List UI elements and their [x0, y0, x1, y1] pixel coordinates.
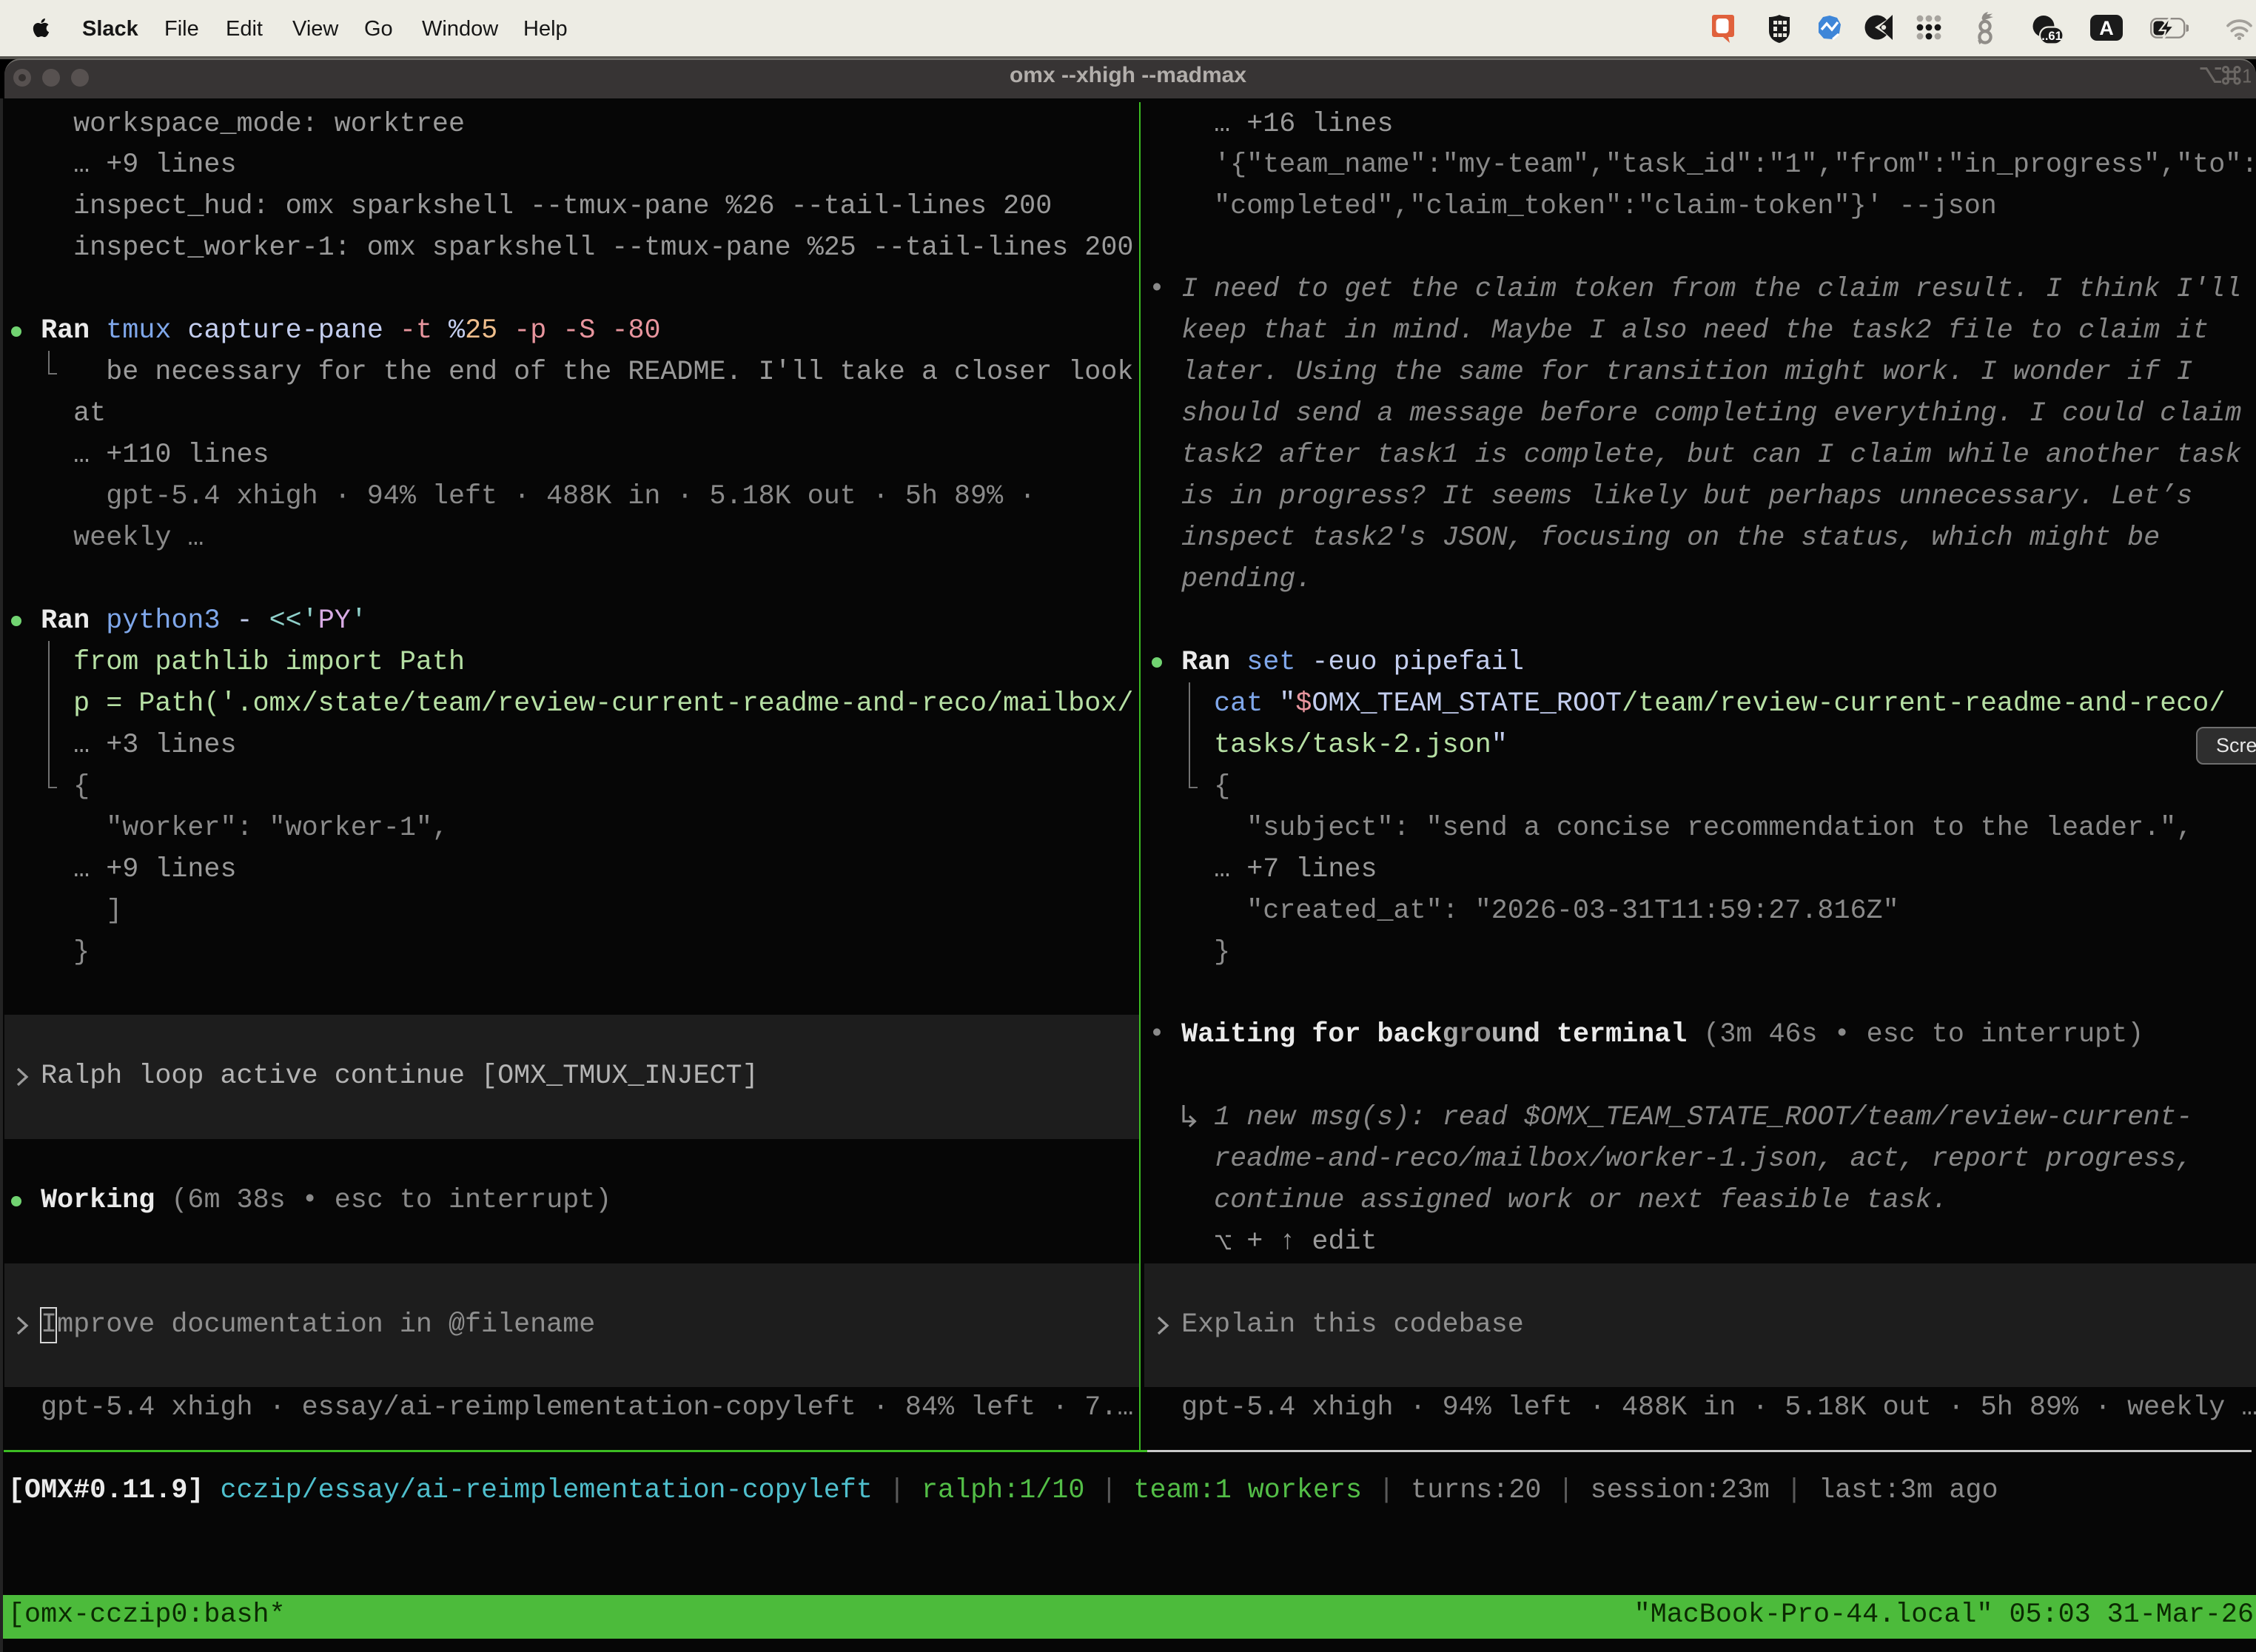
- svg-text:..61: ..61: [2041, 30, 2062, 43]
- svg-text:1: 1: [2242, 65, 2251, 86]
- svg-text:A: A: [2099, 17, 2114, 39]
